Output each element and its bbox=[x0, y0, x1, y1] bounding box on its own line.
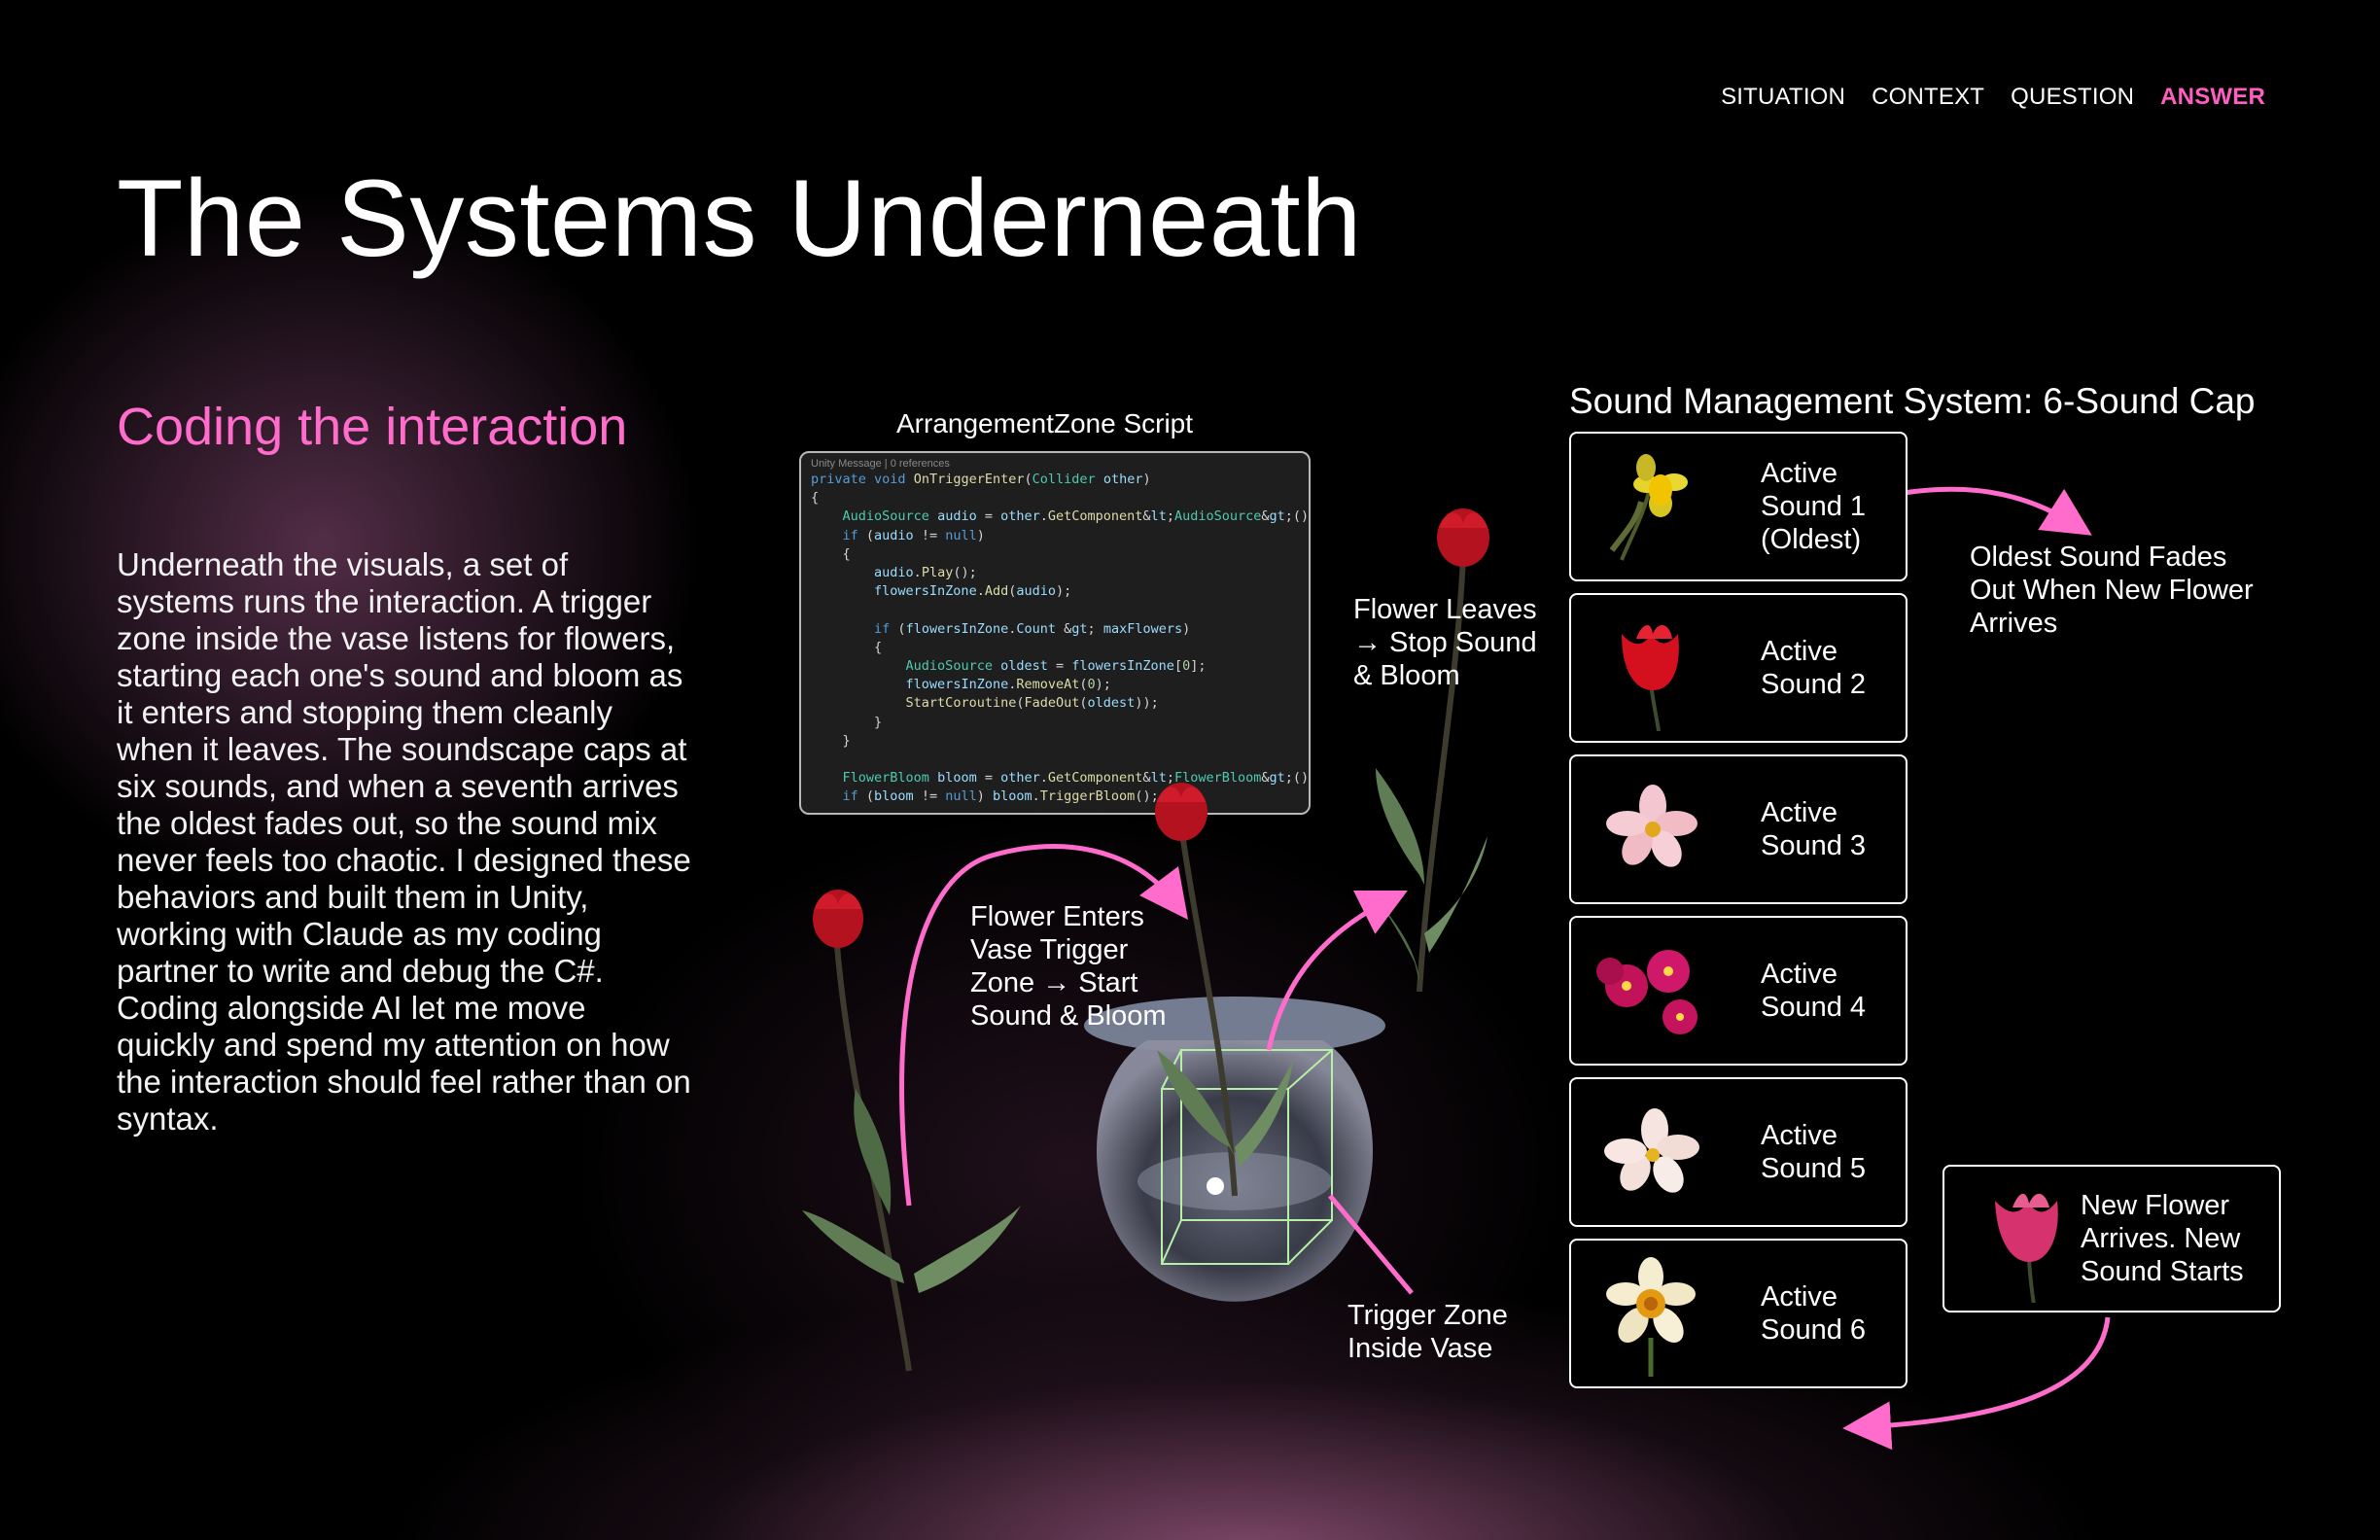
sound-card-label: Active Sound 2 bbox=[1761, 636, 1867, 700]
code-meta: Unity Message | 0 references bbox=[811, 458, 950, 470]
code-line: flowersInZone.Add(audio); bbox=[874, 583, 1072, 600]
code-line: } bbox=[811, 714, 883, 730]
code-line: FlowerBloom bloom = other.GetComponent&l… bbox=[842, 770, 1310, 787]
sound-card-label: Active Sound 5 bbox=[1761, 1120, 1867, 1184]
sound-card-1: Active Sound 1 (Oldest) bbox=[1569, 432, 1908, 581]
sound-card-3: Active Sound 3 bbox=[1569, 754, 1908, 904]
script-label: ArrangementZone Script bbox=[896, 408, 1194, 438]
code-snippet: Unity Message | 0 references private voi… bbox=[799, 451, 1311, 815]
nav-answer[interactable]: ANSWER bbox=[2160, 84, 2265, 111]
body-paragraph: Underneath the visuals, a set of systems… bbox=[117, 546, 691, 1137]
nav-question[interactable]: QUESTION bbox=[2011, 84, 2134, 111]
sound-card-label: Active Sound 4 bbox=[1761, 959, 1867, 1023]
fade-label: Oldest Sound Fades Out When New Flower A… bbox=[1970, 542, 2254, 639]
vase bbox=[1084, 783, 1385, 1302]
fade-arrow bbox=[1885, 486, 2092, 536]
sound-system-title: Sound Management System: 6-Sound Cap bbox=[1569, 381, 2256, 421]
code-line: audio.Play(); bbox=[874, 565, 977, 581]
daffodil-icon bbox=[1609, 454, 1688, 561]
code-line: { bbox=[811, 639, 883, 655]
sound-card-label: Active Sound 3 bbox=[1761, 797, 1867, 861]
pink-tulip-icon bbox=[1995, 1193, 2058, 1303]
pink-cosmos-icon bbox=[1606, 785, 1698, 867]
narcissus-icon bbox=[1606, 1257, 1696, 1377]
code-lines: private void OnTriggerEnter(Collider oth… bbox=[811, 471, 1310, 807]
code-line: { bbox=[811, 545, 851, 562]
sound-card-label: Active Sound 6 bbox=[1761, 1281, 1867, 1346]
leave-label: Flower Leaves → Stop Sound & Bloom bbox=[1353, 594, 1537, 691]
code-line: private void OnTriggerEnter(Collider oth… bbox=[811, 472, 1151, 487]
enter-label: Flower Enters Vase Trigger Zone → Start … bbox=[970, 901, 1167, 1032]
zone-pointer-line bbox=[1328, 1194, 1414, 1295]
pale-cosmos-icon bbox=[1604, 1108, 1699, 1193]
magenta-primrose-icon bbox=[1596, 950, 1698, 1034]
zone-label: Trigger Zone Inside Vase bbox=[1348, 1300, 1508, 1364]
code-line: if (audio != null) bbox=[842, 527, 985, 543]
code-line: } bbox=[811, 732, 851, 749]
section-subtitle: Coding the interaction bbox=[117, 398, 628, 456]
code-line: { bbox=[811, 490, 820, 507]
sound-card-2: Active Sound 2 bbox=[1569, 593, 1908, 743]
top-nav: SITUATION CONTEXT QUESTION ANSWER bbox=[1721, 84, 2265, 111]
new-flower-card: New Flower Arrives. New Sound Starts bbox=[1942, 1165, 2281, 1312]
code-line: flowersInZone.RemoveAt(0); bbox=[905, 677, 1111, 693]
sound-card-label: Active Sound 1 (Oldest) bbox=[1761, 458, 1867, 555]
page-title: The Systems Underneath bbox=[117, 158, 1362, 279]
sound-card-5: Active Sound 5 bbox=[1569, 1077, 1908, 1227]
leave-arrow bbox=[1266, 891, 1408, 1051]
red-tulip-icon bbox=[1622, 624, 1679, 731]
tulip-leaving-right bbox=[1376, 508, 1489, 993]
nav-situation[interactable]: SITUATION bbox=[1721, 84, 1845, 111]
new-flower-label: New Flower Arrives. New Sound Starts bbox=[2081, 1190, 2244, 1287]
code-line: if (bloom != null) bloom.TriggerBloom(); bbox=[842, 788, 1159, 805]
code-line: StartCoroutine(FadeOut(oldest)); bbox=[905, 695, 1159, 712]
trigger-zone-box bbox=[1161, 1049, 1333, 1265]
code-line: if (flowersInZone.Count &gt; maxFlowers) bbox=[874, 620, 1191, 637]
sound-card-6: Active Sound 6 bbox=[1569, 1239, 1908, 1388]
sound-card-4: Active Sound 4 bbox=[1569, 916, 1908, 1066]
code-line: AudioSource oldest = flowersInZone[0]; bbox=[905, 658, 1207, 675]
nav-context[interactable]: CONTEXT bbox=[1872, 84, 1984, 111]
code-line: AudioSource audio = other.GetComponent&l… bbox=[842, 508, 1310, 525]
